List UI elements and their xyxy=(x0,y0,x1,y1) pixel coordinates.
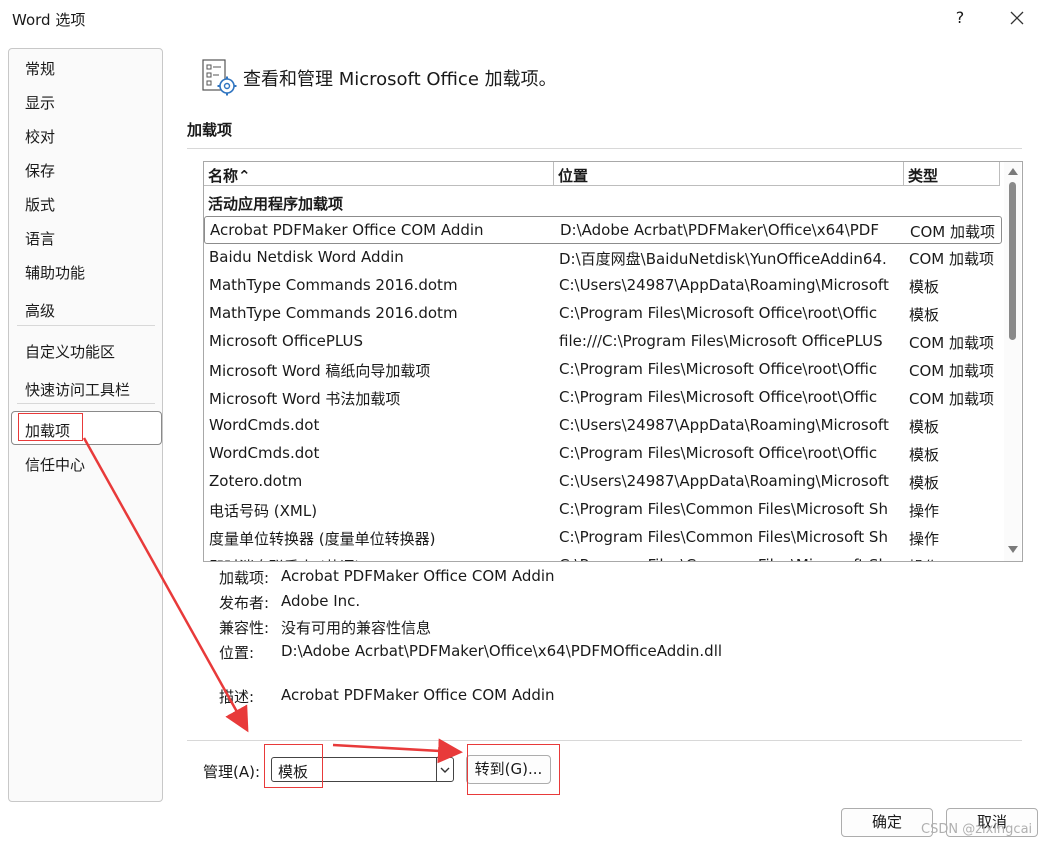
annotation-arrows xyxy=(82,437,463,764)
arrow-to-manage xyxy=(82,437,249,733)
arrow-to-goto xyxy=(332,738,463,764)
